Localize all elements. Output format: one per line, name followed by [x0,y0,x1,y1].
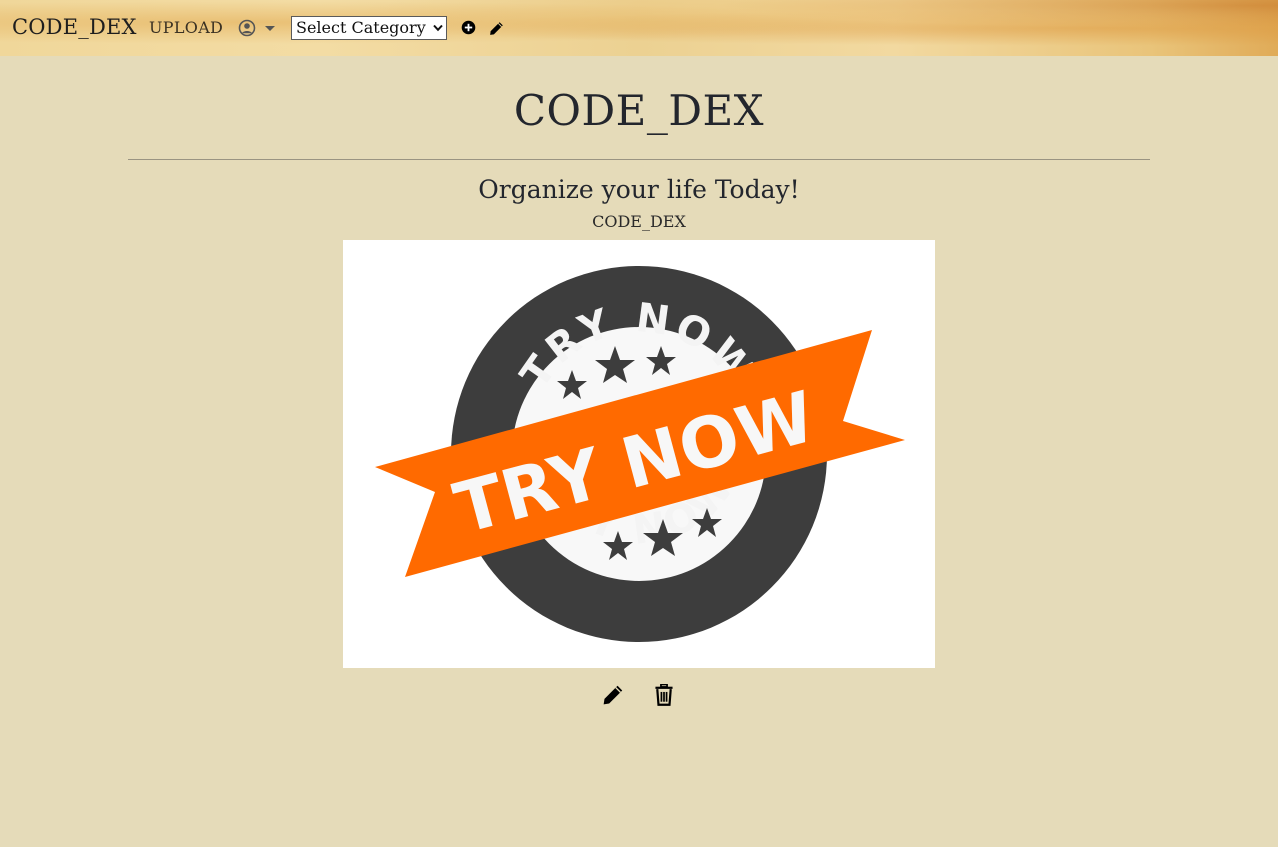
chevron-down-icon [433,24,443,32]
post-image: TRY NOW TRY NOW TRY NOW [343,240,935,668]
user-menu-dropdown[interactable] [238,19,278,37]
post-author: CODE_DEX [592,212,686,231]
try-now-badge-image: TRY NOW TRY NOW TRY NOW [343,240,935,668]
edit-post-button[interactable] [602,684,624,706]
chevron-down-icon [265,26,275,31]
upload-link[interactable]: UPLOAD [149,18,223,38]
pencil-icon[interactable] [489,21,504,36]
category-select-value: Select Category [296,18,426,37]
divider [128,159,1150,160]
page-title: CODE_DEX [513,86,765,135]
plus-circle-icon[interactable] [461,20,476,35]
user-circle-icon [238,19,256,37]
navbar: CODE_DEX UPLOAD Select Category [0,0,1278,56]
delete-post-button[interactable] [654,684,674,706]
category-select[interactable]: Select Category [291,16,447,40]
brand-link[interactable]: CODE_DEX [12,14,137,40]
post-title: Organize your life Today! [478,175,800,204]
